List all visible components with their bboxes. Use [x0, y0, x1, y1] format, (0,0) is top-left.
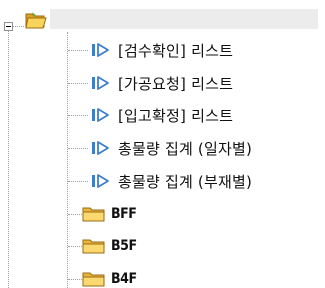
tree-folder-bff[interactable]: BFF	[82, 202, 139, 226]
collapse-toggle[interactable]	[4, 22, 13, 31]
connector-line	[68, 148, 88, 149]
folder-icon	[82, 270, 106, 288]
folder-icon	[82, 205, 106, 223]
root-connector-line	[13, 26, 24, 27]
play-report-icon	[90, 172, 112, 190]
tree-item-label: [검수확인] 리스트	[118, 41, 234, 60]
tree-item-receipt-confirm-list[interactable]: [입고확정] 리스트	[90, 103, 233, 127]
connector-line	[68, 279, 82, 280]
play-report-icon	[90, 74, 112, 92]
connector-line	[68, 214, 82, 215]
tree-item-total-by-member[interactable]: 총물량 집계 (부재별)	[90, 169, 252, 193]
tree-item-label: [입고확정] 리스트	[118, 106, 234, 125]
tree-item-label: 총물량 집계 (일자별)	[118, 139, 253, 158]
tree-item-label: [가공요청] 리스트	[118, 74, 234, 93]
root-node-label[interactable]	[50, 9, 318, 29]
tree-item-label: BFF	[111, 206, 137, 222]
connector-line	[68, 115, 88, 116]
tree-item-total-by-date[interactable]: 총물량 집계 (일자별)	[90, 136, 252, 160]
folder-icon	[82, 237, 106, 255]
tree-item-processing-request-list[interactable]: [가공요청] 리스트	[90, 71, 233, 95]
tree-item-inspection-list[interactable]: [검수확인] 리스트	[90, 38, 233, 62]
connector-line	[68, 181, 88, 182]
play-report-icon	[90, 41, 112, 59]
connector-line	[68, 50, 88, 51]
tree-folder-b4f[interactable]: B4F	[82, 267, 139, 288]
connector-line	[68, 246, 82, 247]
open-folder-icon[interactable]	[24, 10, 48, 34]
tree-view: [검수확인] 리스트 [가공요청] 리스트 [입고확정] 리스트 총물량 집계 …	[0, 0, 325, 288]
tree-item-label: B5F	[111, 238, 137, 254]
root-guide-line	[8, 31, 9, 288]
tree-item-label: 총물량 집계 (부재별)	[118, 172, 253, 191]
tree-folder-b5f[interactable]: B5F	[82, 234, 139, 258]
children-guide-line	[67, 32, 68, 288]
play-report-icon	[90, 106, 112, 124]
play-report-icon	[90, 139, 112, 157]
tree-item-label: B4F	[111, 271, 137, 287]
connector-line	[68, 83, 88, 84]
